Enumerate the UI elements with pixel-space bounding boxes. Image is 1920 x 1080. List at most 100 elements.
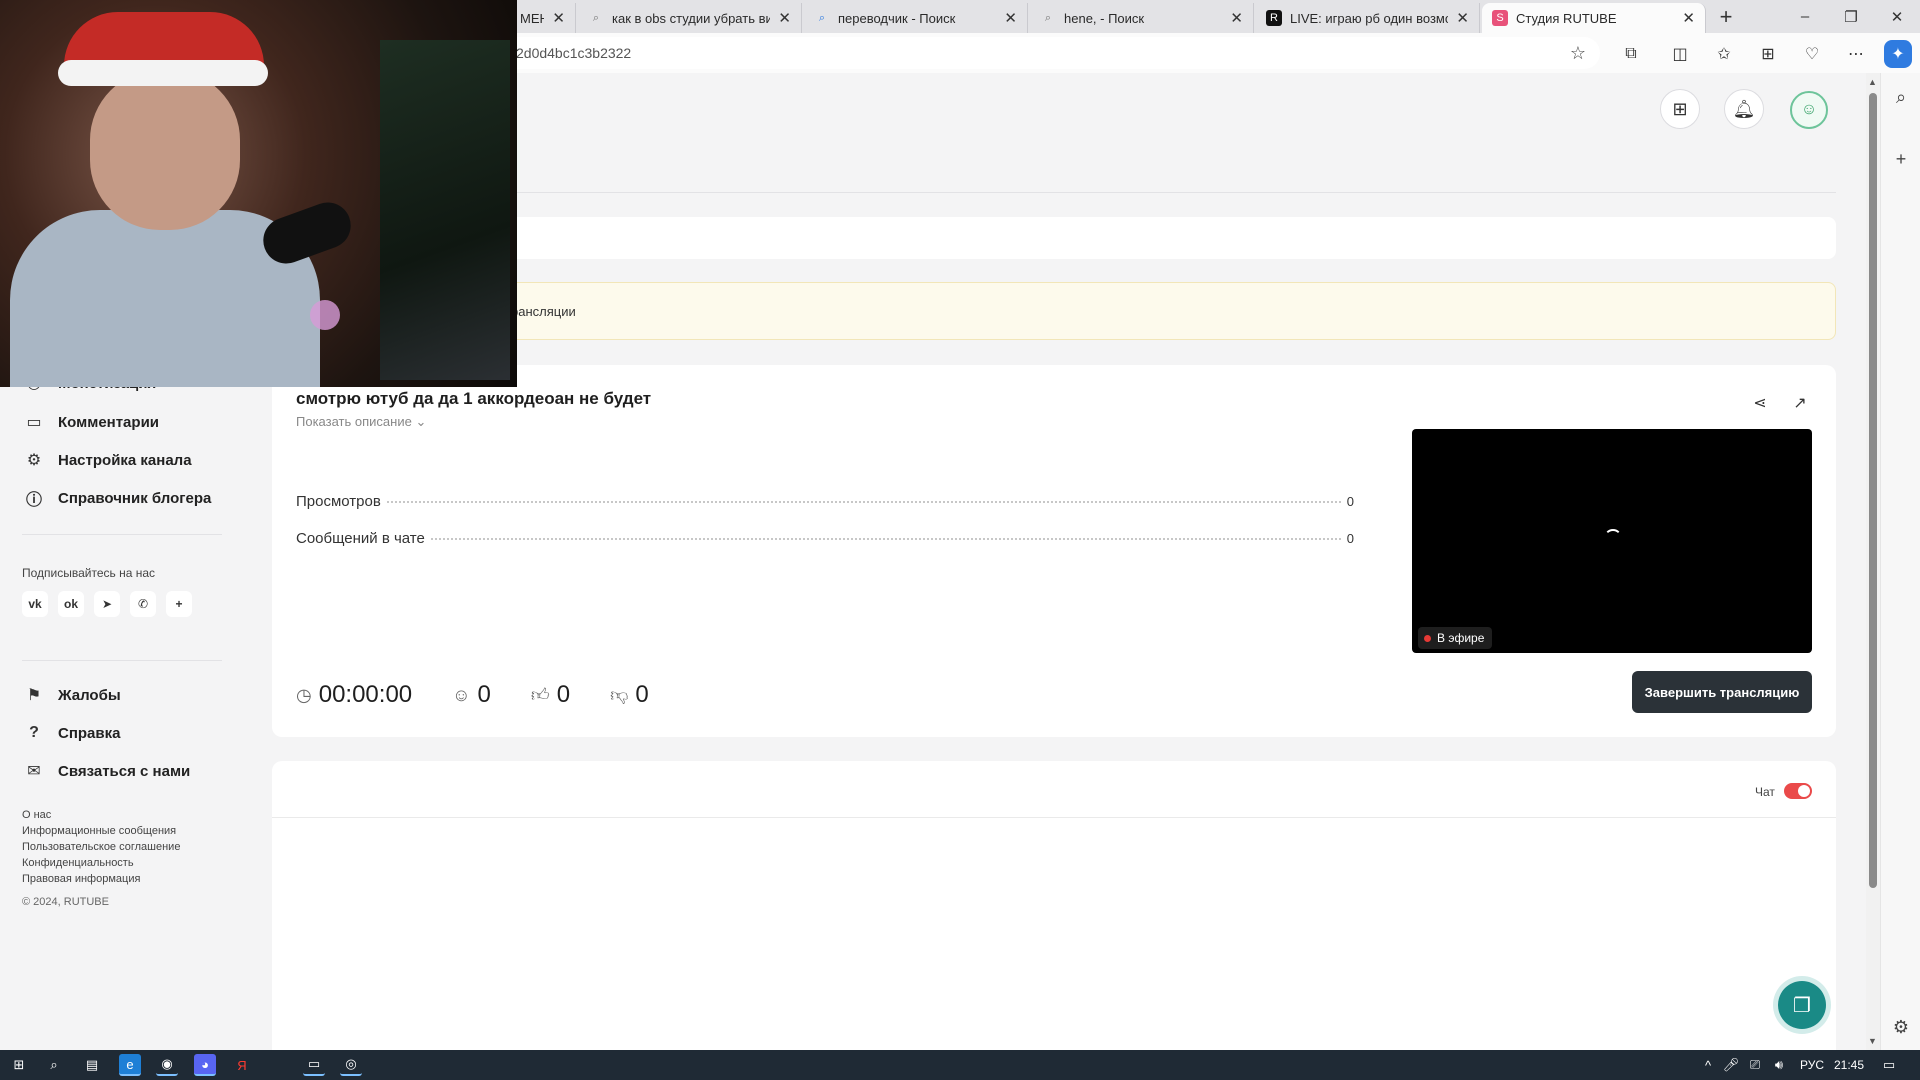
gear-icon: ⚙ (26, 452, 42, 469)
close-icon[interactable]: ✕ (1004, 9, 1017, 27)
stat-views: Просмотров 0 (296, 493, 1354, 510)
gear-icon[interactable]: ⚙ (1887, 1013, 1915, 1041)
collections-icon[interactable]: ⊞ (1754, 40, 1782, 68)
viewer-icon: ☺ (452, 684, 471, 705)
metric-viewers: ☺ 0 (452, 681, 491, 708)
keyboard-language[interactable]: РУС (1800, 1058, 1824, 1072)
chat-toggle-label: Чат (1755, 785, 1775, 799)
tray-chevron-up-icon[interactable]: ^ (1697, 1054, 1719, 1076)
new-tab-button[interactable]: + (1712, 3, 1740, 31)
url-field[interactable]: 2d0d4bc1c3b2322 ☆ (470, 37, 1600, 69)
close-icon[interactable]: ✕ (1456, 9, 1469, 27)
end-stream-button[interactable]: Завершить трансляцию (1632, 671, 1812, 713)
edge-icon[interactable]: e (119, 1054, 141, 1076)
more-socials-icon[interactable]: + (166, 591, 192, 617)
light-glow (310, 300, 340, 330)
windows-start-icon[interactable]: ⊞ (8, 1054, 30, 1076)
upload-button[interactable]: ⊞ (1660, 89, 1700, 129)
chat-card: Чат (272, 761, 1836, 1050)
search-icon: ⌕ (1044, 11, 1052, 24)
christmas-tree (380, 40, 510, 380)
share-icon[interactable]: ⋖ (1748, 391, 1772, 415)
notifications-button[interactable]: 🔔︎ (1724, 89, 1764, 129)
footer-link-about[interactable]: О нас (22, 809, 51, 821)
network-icon[interactable]: ⎚ (1744, 1054, 1766, 1076)
close-icon[interactable]: ✕ (1230, 9, 1243, 27)
rutube-icon: R (1266, 10, 1282, 26)
copilot-icon[interactable]: ✦ (1884, 40, 1912, 68)
chat-bubble-icon: ❐ (1793, 994, 1811, 1017)
browser-tab[interactable]: ⌕ переводчик - Поиск ✕ (804, 3, 1028, 33)
restore-icon[interactable]: ❐ (1828, 0, 1874, 33)
browser-tab[interactable]: МЕНЯ ✕ (510, 3, 576, 33)
show-description-link[interactable]: Показать описание ⌄ (296, 414, 426, 430)
taskbar-clock[interactable]: 21:45 (1834, 1058, 1864, 1072)
sidebar-item-label: Справка (58, 724, 121, 742)
close-window-icon[interactable]: ✕ (1874, 0, 1920, 33)
close-icon[interactable]: ✕ (778, 9, 791, 27)
minimize-icon[interactable]: – (1782, 0, 1828, 33)
notifications-center-icon[interactable]: ▭ (1878, 1054, 1900, 1076)
telegram-icon[interactable]: ➤ (94, 591, 120, 617)
volume-icon[interactable]: 🔊︎ (1768, 1054, 1790, 1076)
browser-essentials-icon[interactable]: ♡ (1798, 40, 1826, 68)
sidebar-item-comments[interactable]: ▭ Комментарии (22, 410, 159, 434)
app-window-icon[interactable]: ▭ (303, 1054, 325, 1076)
nav-divider (22, 660, 222, 661)
obs-icon[interactable]: ◉ (156, 1054, 178, 1076)
stat-value: 0 (1346, 531, 1354, 546)
vk-icon[interactable]: vk (22, 591, 48, 617)
chat-toggle[interactable] (1784, 783, 1812, 799)
add-icon[interactable]: + (1887, 145, 1915, 173)
sidebar-item-help[interactable]: ? Справка (22, 721, 120, 745)
scroll-down-icon[interactable]: ▼ (1868, 1036, 1877, 1046)
browser-tab-active[interactable]: S Студия RUTUBE ✕ (1482, 3, 1706, 33)
yandex-icon[interactable]: Я (231, 1054, 253, 1076)
external-link-icon[interactable]: ↗ (1788, 391, 1812, 415)
dot-leader (386, 501, 1341, 503)
extensions-icon[interactable]: ⧉ (1617, 40, 1645, 68)
stream-preview[interactable]: В эфире (1412, 429, 1812, 653)
santa-hat-band (58, 60, 268, 86)
discord-icon[interactable]: ◕ (194, 1054, 216, 1076)
search-icon[interactable]: ⌕ (43, 1054, 65, 1076)
viber-icon[interactable]: ✆ (130, 591, 156, 617)
comment-icon: ▭ (26, 414, 42, 431)
sidebar-item-contact[interactable]: ✉ Связаться с нами (22, 759, 190, 783)
avatar[interactable]: ☺ (1790, 91, 1828, 129)
close-icon[interactable]: ✕ (552, 9, 565, 27)
page-scrollbar[interactable]: ▲ ▼ (1866, 73, 1880, 1050)
search-icon[interactable]: ⌕ (1887, 83, 1915, 111)
warning-text: рансляции (511, 303, 576, 319)
chat-divider (272, 817, 1836, 818)
person-face (90, 70, 240, 230)
split-screen-icon[interactable]: ◫ (1666, 40, 1694, 68)
loading-spinner-icon (1604, 529, 1622, 547)
rutube-studio-icon: S (1492, 10, 1508, 26)
microphone-icon[interactable]: 🎤︎ (1720, 1054, 1742, 1076)
close-icon[interactable]: ✕ (1682, 9, 1695, 27)
more-menu-icon[interactable]: ⋯ (1842, 40, 1870, 68)
browser-tab[interactable]: ⌕ hene, - Поиск ✕ (1030, 3, 1254, 33)
thumbs-up-icon: 👍︎ (530, 685, 550, 705)
task-view-icon[interactable]: ▤ (81, 1054, 103, 1076)
favorites-icon[interactable]: ✩ (1710, 40, 1738, 68)
support-chat-button[interactable]: ❐ (1778, 981, 1826, 1029)
footer-link-terms[interactable]: Пользовательское соглашение (22, 841, 180, 853)
question-icon: ? (29, 724, 39, 741)
scroll-up-icon[interactable]: ▲ (1868, 77, 1877, 87)
sidebar-item-complaints[interactable]: ⚑ Жалобы (22, 683, 121, 707)
browser-tab[interactable]: R LIVE: играю рб один возможно ✕ (1256, 3, 1480, 33)
footer-link-legal[interactable]: Правовая информация (22, 873, 140, 885)
browser-tab[interactable]: ⌕ как в obs студии убрать вид с ✕ (578, 3, 802, 33)
sidebar-item-blogger-guide[interactable]: ⓘ Справочник блогера (22, 486, 211, 510)
obs-studio-icon[interactable]: ◎ (340, 1054, 362, 1076)
footer-link-info[interactable]: Информационные сообщения (22, 825, 176, 837)
sidebar-item-channel-settings[interactable]: ⚙ Настройка канала (22, 448, 192, 472)
ok-icon[interactable]: ok (58, 591, 84, 617)
scrollbar-thumb[interactable] (1869, 93, 1877, 888)
footer-link-privacy[interactable]: Конфиденциальность (22, 857, 134, 869)
info-icon: ⓘ (25, 492, 42, 509)
star-icon[interactable]: ☆ (1570, 43, 1586, 64)
stat-chat-messages: Сообщений в чате 0 (296, 530, 1354, 547)
